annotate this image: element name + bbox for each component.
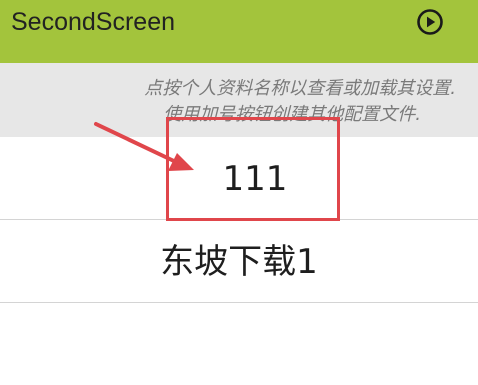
app-bar: SecondScreen — [0, 0, 478, 63]
profile-item[interactable]: 东坡下载1 — [0, 220, 478, 303]
profile-list: 111 东坡下载1 — [0, 137, 478, 303]
play-circle-icon[interactable] — [416, 8, 444, 36]
profile-name: 111 — [222, 159, 288, 199]
hint-text-line-1: 点按个人资料名称以查看或加载其设置. — [144, 78, 456, 99]
app-title: SecondScreen — [11, 8, 176, 36]
profile-item[interactable]: 111 — [0, 137, 478, 220]
hint-banner: 点按个人资料名称以查看或加载其设置. 使用加号按钮创建其他配置文件. — [0, 63, 478, 137]
hint-text-line-2: 使用加号按钮创建其他配置文件. — [163, 104, 421, 125]
profile-name: 东坡下载1 — [160, 242, 318, 282]
